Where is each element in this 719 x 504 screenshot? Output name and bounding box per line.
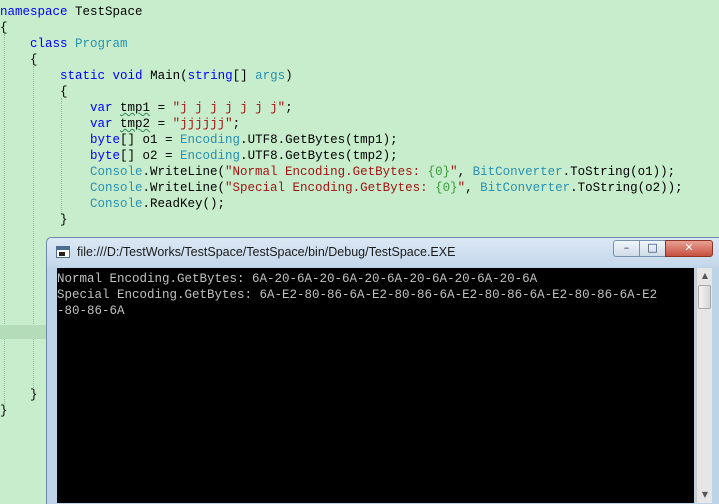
code-line: } [0,404,8,418]
console-window[interactable]: file:///D:/TestWorks/TestSpace/TestSpace… [46,237,719,504]
minimize-button[interactable]: – [613,240,640,257]
scroll-up-arrow-icon[interactable]: ▲ [698,268,712,284]
code-line: class Program [30,37,128,51]
code-line: var tmp2 = "jjjjjj"; [90,117,241,131]
code-line: Console.WriteLine("Special Encoding.GetB… [90,181,683,195]
code-line: static void Main(string[] args) [60,69,293,83]
code-line: { [0,21,8,35]
console-output-line: -80-86-6A [57,304,125,318]
vertical-scrollbar[interactable]: ▲ ▼ [696,268,712,503]
console-output-line: Normal Encoding.GetBytes: 6A-20-6A-20-6A… [57,272,538,286]
console-title: file:///D:/TestWorks/TestSpace/TestSpace… [77,245,456,259]
code-line: namespace TestSpace [0,5,143,19]
code-line: } [60,213,68,227]
console-app-icon [56,246,70,258]
console-output[interactable]: Normal Encoding.GetBytes: 6A-20-6A-20-6A… [57,268,694,503]
code-line: { [60,85,68,99]
code-line: byte[] o2 = Encoding.UTF8.GetBytes(tmp2)… [90,149,398,163]
scroll-down-arrow-icon[interactable]: ▼ [698,487,712,503]
console-titlebar[interactable]: file:///D:/TestWorks/TestSpace/TestSpace… [47,238,719,267]
current-line-highlight [0,325,48,339]
code-line: } [30,388,38,402]
maximize-button[interactable]: □ [639,240,666,257]
code-line: var tmp1 = "j j j j j j j"; [90,101,293,115]
code-line: byte[] o1 = Encoding.UTF8.GetBytes(tmp1)… [90,133,398,147]
close-button[interactable]: ✕ [665,240,713,257]
code-line: Console.ReadKey(); [90,197,226,211]
scrollbar-thumb[interactable] [698,285,711,309]
console-output-line: Special Encoding.GetBytes: 6A-E2-80-86-6… [57,288,658,302]
code-line: Console.WriteLine("Normal Encoding.GetBy… [90,165,676,179]
code-line: { [30,53,38,67]
